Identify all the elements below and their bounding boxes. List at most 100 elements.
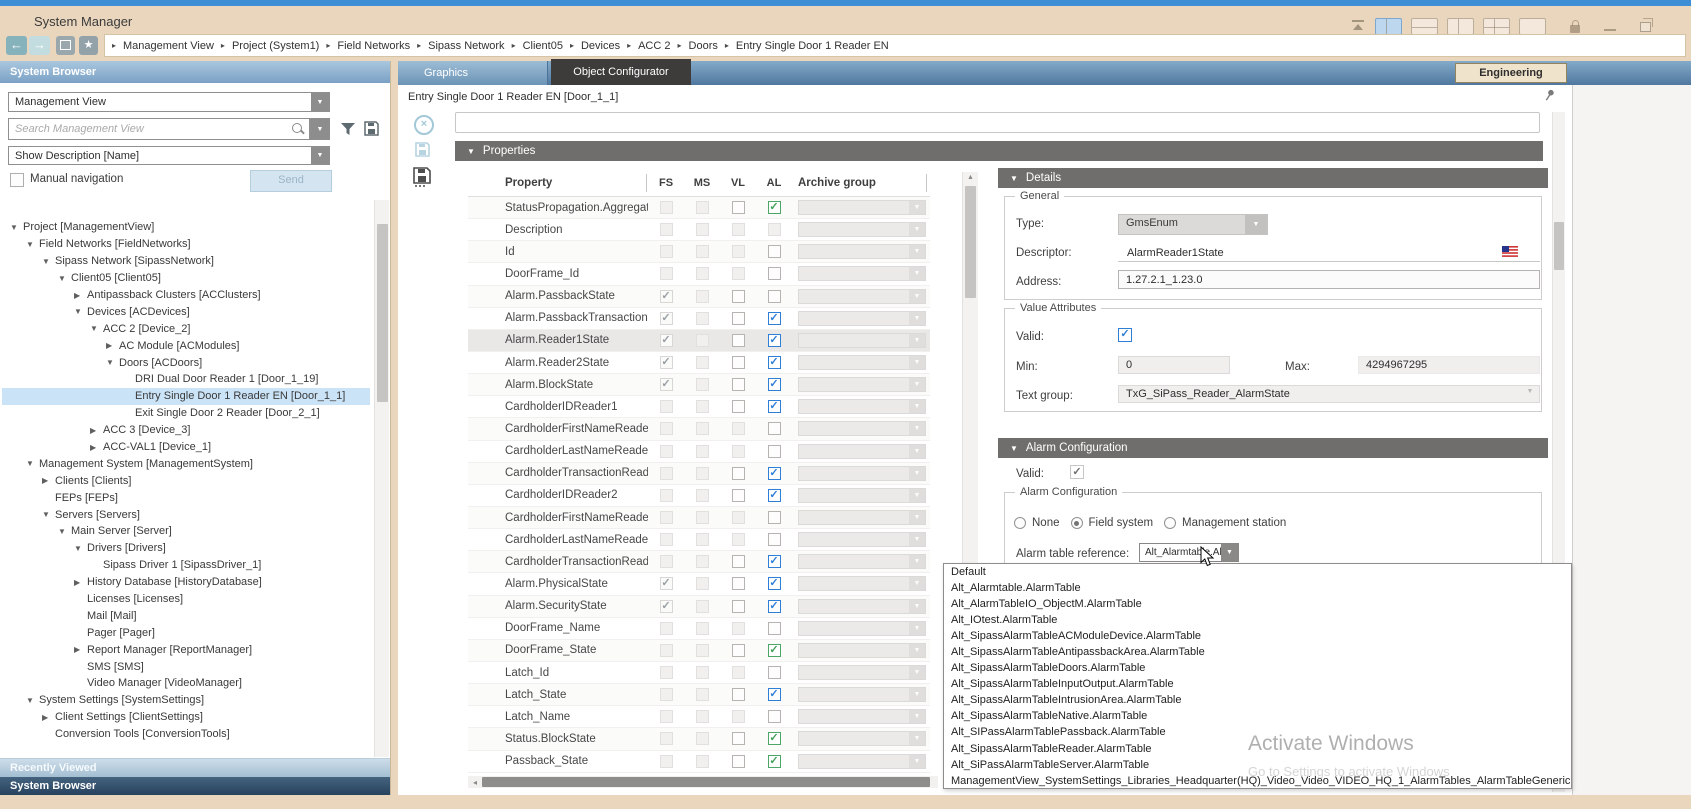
dropdown-option[interactable]: Alt_Alarmtable.AlarmTable <box>944 580 1571 596</box>
property-row[interactable]: CardholderFirstNameReader▼ <box>468 418 930 440</box>
tree-node[interactable]: ▼Devices [ACDevices] <box>2 303 370 320</box>
al-checkbox[interactable]: ✓ <box>768 312 781 325</box>
fs-checkbox[interactable]: ✓ <box>660 356 673 369</box>
properties-section-header[interactable]: ▼ Properties <box>455 141 1543 161</box>
tree-expanded-icon[interactable]: ▼ <box>42 510 55 519</box>
property-row[interactable]: Alarm.BlockState✓✓▼ <box>468 374 930 396</box>
tab-object-configurator[interactable]: Object Configurator <box>551 59 691 85</box>
dropdown-option[interactable]: Alt_SipassAlarmTableDoors.AlarmTable <box>944 660 1571 676</box>
archive-group-dropdown[interactable]: ▼ <box>798 665 926 680</box>
al-checkbox[interactable]: ✓ <box>768 400 781 413</box>
tree-node[interactable]: ▼System Settings [SystemSettings] <box>2 692 370 709</box>
history-button[interactable] <box>56 36 75 55</box>
send-button[interactable]: Send <box>250 170 332 192</box>
filter-funnel-icon[interactable] <box>340 121 356 137</box>
vl-checkbox[interactable] <box>732 312 745 325</box>
radio-button[interactable] <box>1071 517 1083 529</box>
al-checkbox[interactable]: ✓ <box>768 755 781 768</box>
view-selector-dropdown[interactable]: Management View ▼ <box>8 92 330 112</box>
archive-group-dropdown[interactable]: ▼ <box>798 289 926 304</box>
property-row[interactable]: CardholderTransactionReade✓▼ <box>468 463 930 485</box>
tree-expanded-icon[interactable]: ▼ <box>90 324 103 333</box>
tree-node[interactable]: ▼Project [ManagementView] <box>2 219 370 236</box>
tree-node[interactable]: ▼Management System [ManagementSystem] <box>2 455 370 472</box>
tree-collapsed-icon[interactable]: ▶ <box>90 443 103 452</box>
breadcrumb-item[interactable]: Devices <box>581 40 620 52</box>
tree-node[interactable]: ▼Sipass Network [SipassNetwork] <box>2 253 370 270</box>
section-collapse-icon[interactable]: ▼ <box>1010 174 1018 183</box>
chevron-down-icon[interactable]: ▼ <box>909 666 925 679</box>
al-checkbox[interactable]: ✓ <box>768 378 781 391</box>
engineering-button[interactable]: Engineering <box>1455 63 1567 83</box>
dropdown-option[interactable]: Alt_AlarmTableIO_ObjectM.AlarmTable <box>944 596 1571 612</box>
tree-node[interactable]: ▶Client Settings [ClientSettings] <box>2 709 370 726</box>
al-checkbox[interactable] <box>768 245 781 258</box>
pin-icon[interactable] <box>1544 89 1556 101</box>
radio-button[interactable] <box>1014 517 1026 529</box>
property-row[interactable]: Alarm.PassbackTransactionSt✓✓▼ <box>468 308 930 330</box>
save-search-icon[interactable] <box>363 120 380 137</box>
al-checkbox[interactable] <box>768 422 781 435</box>
tree-node[interactable]: DRI Dual Door Reader 1 [Door_1_19] <box>2 371 370 388</box>
archive-group-dropdown[interactable]: ▼ <box>798 643 926 658</box>
chevron-down-icon[interactable]: ▼ <box>909 467 925 480</box>
vl-checkbox[interactable] <box>732 732 745 745</box>
breadcrumb-item[interactable]: Entry Single Door 1 Reader EN <box>736 40 889 52</box>
table-scrollbar-thumb[interactable] <box>965 186 976 298</box>
chevron-down-icon[interactable]: ▼ <box>909 422 925 435</box>
tree-expanded-icon[interactable]: ▼ <box>58 274 71 283</box>
tree-node[interactable]: ▶Antipassback Clusters [ACClusters] <box>2 287 370 304</box>
favorites-button[interactable]: ★ <box>79 36 98 55</box>
fs-checkbox[interactable]: ✓ <box>660 312 673 325</box>
breadcrumb-item[interactable]: Management View <box>123 40 214 52</box>
chevron-down-icon[interactable]: ▼ <box>909 688 925 701</box>
al-checkbox[interactable]: ✓ <box>768 467 781 480</box>
chevron-down-icon[interactable]: ▼ <box>909 356 925 369</box>
dropdown-option[interactable]: Default <box>944 564 1571 580</box>
layout-split-icon[interactable] <box>1375 18 1402 35</box>
tree-node[interactable]: ▶ACC 3 [Device_3] <box>2 422 370 439</box>
tree-collapsed-icon[interactable]: ▶ <box>74 291 87 300</box>
al-checkbox[interactable] <box>768 622 781 635</box>
search-icon[interactable] <box>291 122 305 136</box>
tab-graphics[interactable]: Graphics <box>398 61 548 85</box>
archive-group-dropdown[interactable]: ▼ <box>798 576 926 591</box>
archive-group-dropdown[interactable]: ▼ <box>798 709 926 724</box>
chevron-down-icon[interactable]: ▼ <box>909 511 925 524</box>
layout-left-icon[interactable] <box>1411 18 1438 35</box>
section-collapse-icon[interactable]: ▼ <box>467 147 475 156</box>
chevron-down-icon[interactable]: ▼ <box>909 245 925 258</box>
chevron-down-icon[interactable]: ▼ <box>1245 215 1267 234</box>
property-row[interactable]: DoorFrame_Id▼ <box>468 263 930 285</box>
address-field[interactable]: 1.27.2.1_1.23.0 <box>1118 270 1540 289</box>
dropdown-option[interactable]: Alt_SipassAlarmTableNative.AlarmTable <box>944 708 1571 724</box>
tree-node[interactable]: Exit Single Door 2 Reader [Door_2_1] <box>2 405 370 422</box>
chevron-down-icon[interactable]: ▼ <box>909 710 925 723</box>
chevron-down-icon[interactable]: ▼ <box>311 147 329 164</box>
column-header-property[interactable]: Property <box>468 177 648 189</box>
system-browser-bottom-bar[interactable]: System Browser <box>0 777 390 795</box>
property-row[interactable]: CardholderLastNameReader.▼ <box>468 529 930 551</box>
al-checkbox[interactable]: ✓ <box>768 334 781 347</box>
al-checkbox[interactable]: ✓ <box>768 201 781 214</box>
chevron-down-icon[interactable]: ▼ <box>909 644 925 657</box>
valid-checkbox[interactable]: ✓ <box>1118 328 1132 342</box>
breadcrumb-item[interactable]: Project (System1) <box>232 40 319 52</box>
archive-group-dropdown[interactable]: ▼ <box>798 421 926 436</box>
chevron-down-icon[interactable]: ▼ <box>909 577 925 590</box>
tree-expanded-icon[interactable]: ▼ <box>74 544 87 553</box>
archive-group-dropdown[interactable]: ▼ <box>798 244 926 259</box>
chevron-down-icon[interactable]: ▼ <box>909 378 925 391</box>
column-header-vl[interactable]: VL <box>720 177 756 189</box>
al-checkbox[interactable]: ✓ <box>768 732 781 745</box>
property-row[interactable]: CardholderTransactionReade✓▼ <box>468 551 930 573</box>
vl-checkbox[interactable] <box>732 378 745 391</box>
forward-button[interactable]: → <box>29 36 50 55</box>
column-header-ms[interactable]: MS <box>684 177 720 189</box>
section-collapse-icon[interactable]: ▼ <box>1010 444 1018 453</box>
table-horizontal-scrollbar[interactable]: ◂ <box>468 776 938 788</box>
tree-node[interactable]: Entry Single Door 1 Reader EN [Door_1_1] <box>2 388 370 405</box>
tree-node[interactable]: ▶ACC-VAL1 [Device_1] <box>2 439 370 456</box>
archive-group-dropdown[interactable]: ▼ <box>798 510 926 525</box>
dropdown-option[interactable]: Alt_SipassAlarmTableIntrusionArea.AlarmT… <box>944 692 1571 708</box>
